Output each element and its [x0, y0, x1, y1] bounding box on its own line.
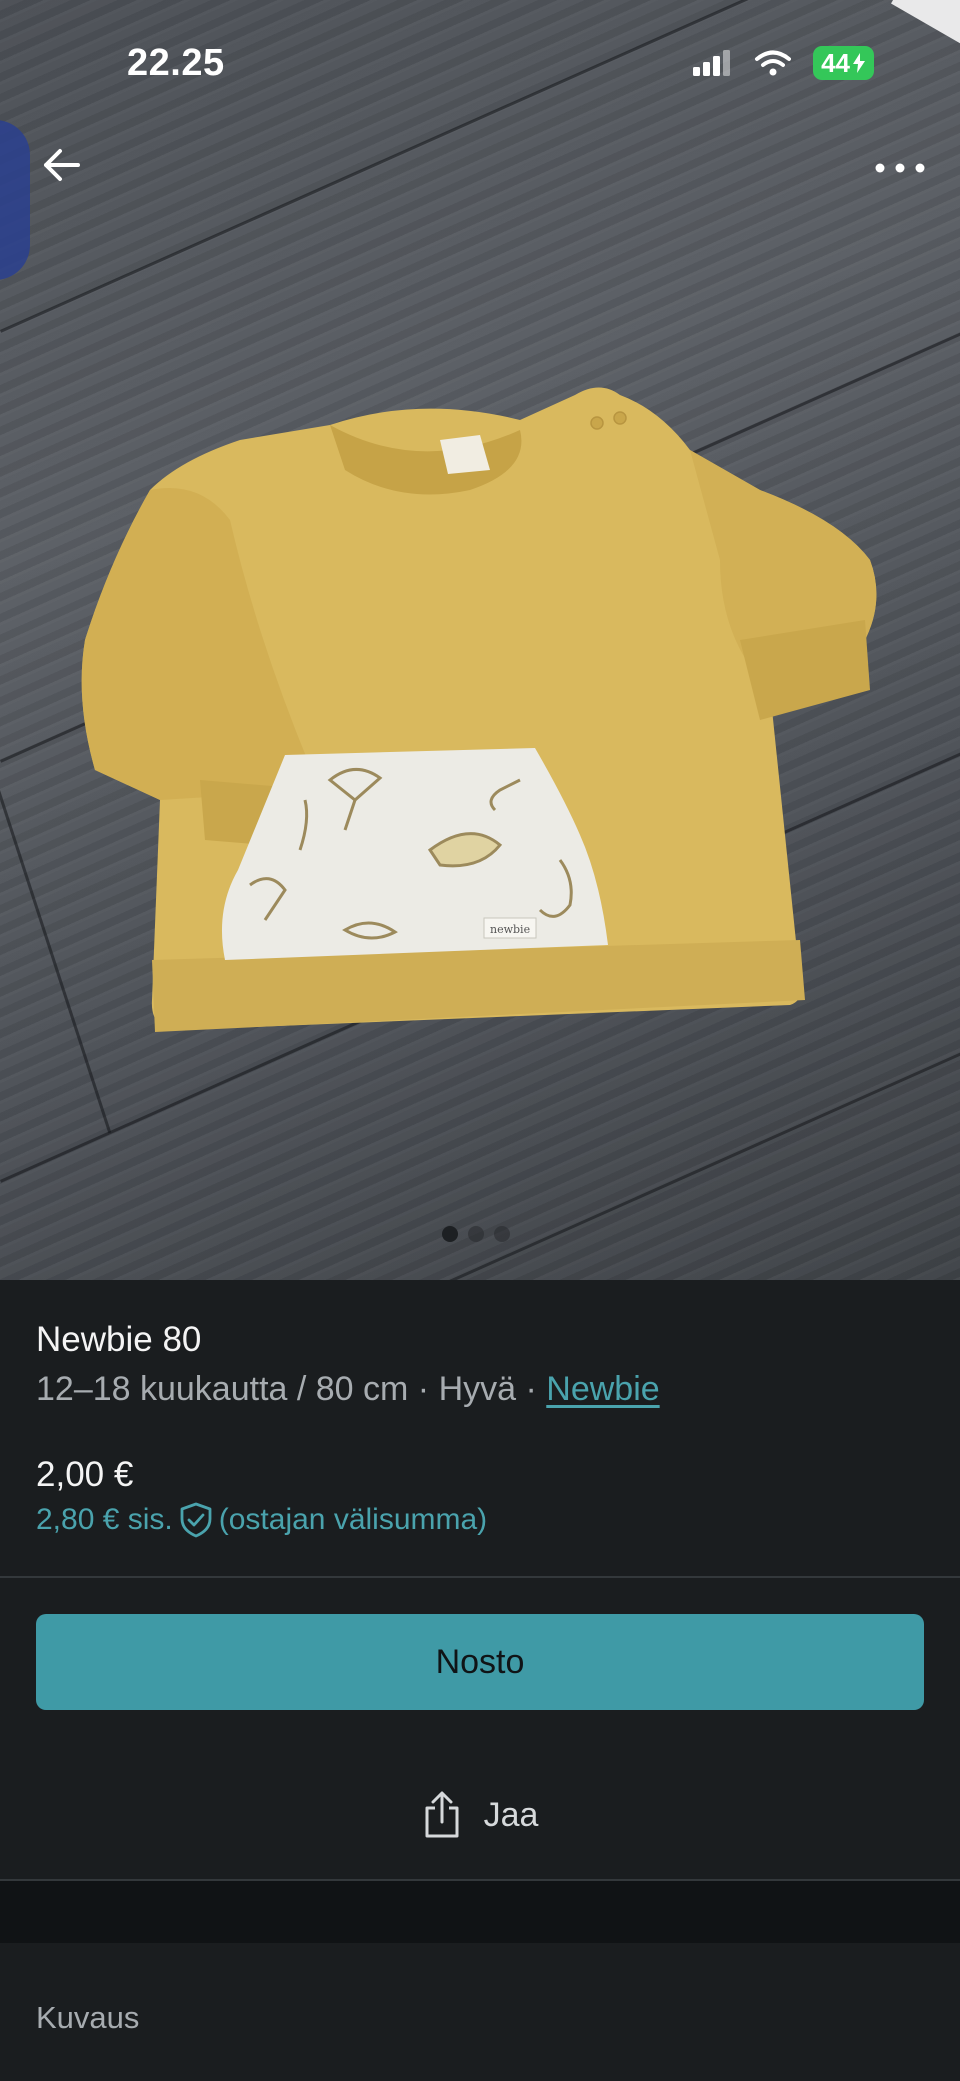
incl-price: 2,80 € sis. — [36, 1503, 173, 1536]
charging-bolt-icon — [853, 53, 865, 73]
share-button[interactable]: Jaa — [0, 1785, 960, 1845]
item-size: 12–18 kuukautta / 80 cm — [36, 1370, 409, 1408]
battery-indicator: 44 — [813, 46, 874, 80]
description-heading: Kuvaus — [36, 2000, 140, 2035]
incl-note: (ostajan välisumma) — [218, 1503, 488, 1536]
back-button[interactable] — [36, 140, 88, 192]
item-title: Newbie 80 — [36, 1320, 202, 1359]
share-icon — [425, 1791, 459, 1838]
arrow-left-icon — [44, 149, 80, 181]
separator: · — [408, 1370, 439, 1408]
buy-button[interactable]: Nosto — [36, 1614, 924, 1710]
sweater-image: newbie — [81, 387, 877, 1032]
shield-check-icon — [180, 1502, 212, 1538]
item-price: 2,00 € — [36, 1455, 134, 1494]
item-photo[interactable]: newbie 22.25 44 — [0, 0, 960, 1280]
pagination-dot[interactable] — [468, 1226, 484, 1242]
pagination-dot[interactable] — [442, 1226, 458, 1242]
status-time: 22.25 — [127, 42, 225, 84]
buyer-protection-price[interactable]: 2,80 € sis. (ostajan välisumma) — [36, 1502, 487, 1538]
item-attributes: 12–18 kuukautta / 80 cm · Hyvä · Newbie — [36, 1370, 660, 1409]
more-options-button[interactable] — [870, 150, 930, 186]
wifi-icon — [755, 50, 792, 76]
more-horizontal-icon — [875, 163, 925, 173]
photo-pagination[interactable] — [442, 1226, 510, 1242]
status-icons: 44 — [693, 46, 874, 80]
item-condition: Hyvä — [438, 1370, 517, 1408]
svg-text:newbie: newbie — [490, 923, 530, 936]
pagination-dot[interactable] — [494, 1226, 510, 1242]
share-label: Jaa — [483, 1795, 539, 1834]
separator: · — [516, 1370, 547, 1408]
brand-link[interactable]: Newbie — [546, 1370, 659, 1408]
battery-level: 44 — [821, 48, 850, 78]
cellular-signal-icon — [693, 50, 731, 76]
section-spacer — [0, 1881, 960, 1943]
divider — [0, 1576, 960, 1578]
